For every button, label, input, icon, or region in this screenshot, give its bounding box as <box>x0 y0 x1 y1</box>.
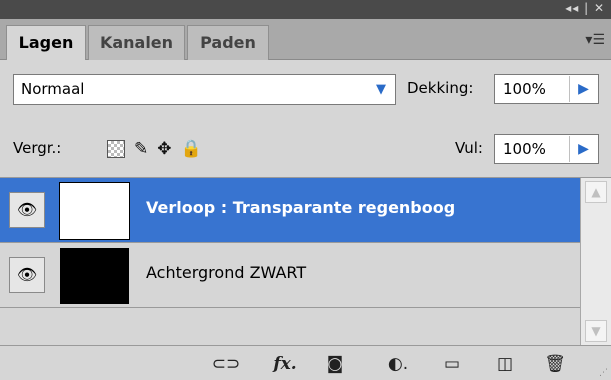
blend-opacity-row: Normaal ▼ Dekking: 100% ▶ <box>0 60 611 120</box>
lock-label: Vergr.: <box>13 139 62 157</box>
eye-icon[interactable]: 👁 <box>9 192 45 228</box>
scroll-down-icon[interactable]: ▼ <box>585 320 607 342</box>
opacity-field[interactable]: 100% ▶ <box>494 74 599 104</box>
fill-field[interactable]: 100% ▶ <box>494 134 599 164</box>
lock-position-move-icon[interactable]: ✥ <box>157 138 171 160</box>
lock-transparency-icon[interactable] <box>107 140 125 158</box>
layer-row[interactable]: 👁 Verloop : Transparante regenboog <box>0 178 580 243</box>
layer-thumbnail <box>60 248 129 304</box>
new-layer-icon[interactable]: ◫ <box>494 352 516 376</box>
blend-mode-select[interactable]: Normaal ▼ <box>13 74 396 105</box>
resize-grip-icon[interactable]: ⋰ <box>599 368 609 378</box>
tab-kanalen[interactable]: Kanalen <box>88 25 185 60</box>
panel-titlebar: ◂◂ | ✕ <box>0 0 611 19</box>
tab-lagen[interactable]: Lagen <box>6 25 86 61</box>
layer-name: Achtergrond ZWART <box>146 263 307 282</box>
opacity-slider-arrow-icon[interactable]: ▶ <box>569 76 597 102</box>
eye-icon[interactable]: 👁 <box>9 257 45 293</box>
fill-value: 100% <box>503 140 546 158</box>
lock-paint-brush-icon[interactable]: ✎ <box>134 138 148 160</box>
opacity-value: 100% <box>503 80 546 98</box>
chevron-down-icon[interactable]: ▼ <box>370 78 392 101</box>
link-layers-icon[interactable]: ⊂⊃ <box>211 352 241 376</box>
fx-layer-style-icon[interactable]: fx. <box>268 352 302 376</box>
layers-list: 👁 Verloop : Transparante regenboog 👁 Ach… <box>0 178 611 345</box>
adjustment-layer-icon[interactable]: ◐. <box>383 352 413 376</box>
layers-panel: ◂◂ | ✕ Lagen Kanalen Paden ▾☰ Normaal ▼ … <box>0 0 611 380</box>
opacity-label: Dekking: <box>407 79 474 97</box>
lock-all-padlock-icon[interactable]: 🔒 <box>181 138 202 160</box>
tab-row: Lagen Kanalen Paden ▾☰ <box>0 19 611 61</box>
layer-name: Verloop : Transparante regenboog <box>146 198 456 217</box>
fill-label: Vul: <box>455 139 483 157</box>
lock-icons: ✎ ✥ 🔒 <box>107 138 202 160</box>
layer-row[interactable]: 👁 Achtergrond ZWART <box>0 243 580 308</box>
lock-fill-row: Vergr.: ✎ ✥ 🔒 Vul: 100% ▶ <box>0 120 611 178</box>
fill-slider-arrow-icon[interactable]: ▶ <box>569 136 597 162</box>
blend-mode-value: Normaal <box>21 80 85 98</box>
bottom-toolbar: ⊂⊃ fx. ◙ ◐. ▭ ◫ 🗑 ⋰ <box>0 345 611 380</box>
layer-thumbnail <box>59 182 130 240</box>
scroll-up-icon[interactable]: ▲ <box>585 181 607 203</box>
collapse-close-buttons[interactable]: ◂◂ | ✕ <box>565 1 605 15</box>
add-mask-icon[interactable]: ◙ <box>324 352 346 376</box>
layers-scrollbar[interactable]: ▲ ▼ <box>580 178 611 345</box>
trash-icon[interactable]: 🗑 <box>544 352 566 376</box>
panel-menu-icon[interactable]: ▾☰ <box>585 32 605 48</box>
new-group-folder-icon[interactable]: ▭ <box>440 352 464 376</box>
tab-paden[interactable]: Paden <box>187 25 269 60</box>
